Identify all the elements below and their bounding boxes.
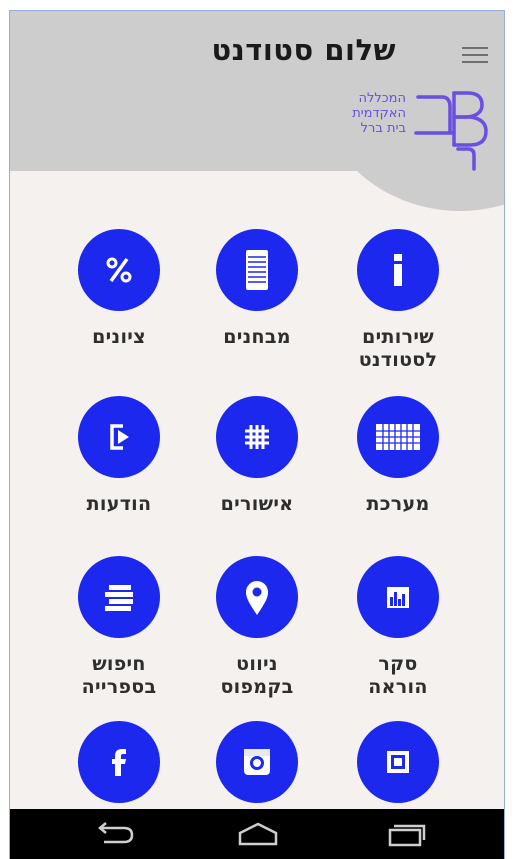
tile-approvals[interactable]: אישורים (192, 396, 322, 516)
tile-timetable[interactable]: מערכת (333, 396, 463, 516)
app-screen: שלום סטודנט המכללה האקדמית בית ברל שירות… (9, 10, 505, 859)
tile-circle (216, 556, 298, 638)
info-icon (394, 254, 402, 286)
logo-mark-icon (414, 91, 488, 171)
tile-instagram[interactable] (192, 721, 322, 803)
tile-circle (216, 229, 298, 311)
logo-line: האקדמית (352, 106, 406, 121)
tile-circle (78, 396, 160, 478)
tile-label: ציונים (92, 326, 146, 348)
tile-library-search[interactable]: חיפוש בספרייה (54, 556, 184, 699)
timetable-icon (376, 424, 420, 450)
recent-apps-icon[interactable] (384, 820, 428, 848)
tile-label: מערכת (366, 493, 430, 515)
tile-circle (357, 721, 439, 803)
location-pin-icon (246, 581, 268, 615)
bar-chart-icon (387, 587, 409, 608)
tile-teaching-survey[interactable]: סקר הוראה (333, 556, 463, 699)
hamburger-menu-icon[interactable] (462, 47, 488, 65)
percent-icon (106, 257, 132, 283)
tile-circle (78, 229, 160, 311)
tile-label: מבחנים (223, 326, 291, 348)
logo-line: המכללה (358, 91, 406, 106)
tile-label: הודעות (86, 493, 152, 515)
grid-icon (245, 425, 269, 449)
tile-circle (216, 396, 298, 478)
logo-text: המכללה האקדמית בית ברל (352, 91, 406, 136)
tile-circle (357, 556, 439, 638)
tile-facebook[interactable] (54, 721, 184, 803)
tile-messages[interactable]: הודעות (54, 396, 184, 516)
back-icon[interactable] (92, 820, 136, 848)
library-books-icon (105, 585, 133, 611)
home-icon[interactable] (234, 820, 282, 848)
facebook-icon (112, 749, 126, 776)
media-frame-icon (387, 751, 409, 773)
tile-label: אישורים (220, 493, 294, 515)
tile-circle (216, 721, 298, 803)
tile-label: שירותים לסטודנט (358, 326, 438, 371)
college-logo: המכללה האקדמית בית ברל (316, 83, 496, 183)
tile-label: ניווט בקמפוס (220, 653, 294, 698)
tile-media[interactable] (333, 721, 463, 803)
tile-circle (357, 229, 439, 311)
page-title: שלום סטודנט (211, 33, 396, 67)
instagram-icon (244, 749, 270, 775)
logo-line: בית ברל (360, 121, 406, 136)
tile-circle (78, 721, 160, 803)
tile-label: סקר הוראה (368, 653, 428, 698)
tile-circle (357, 396, 439, 478)
logout-door-icon (110, 424, 129, 450)
tile-grades[interactable]: ציונים (54, 229, 184, 349)
document-list-icon (246, 250, 268, 290)
tile-exams[interactable]: מבחנים (192, 229, 322, 349)
android-nav-bar (10, 809, 504, 859)
tile-label: חיפוש בספרייה (81, 653, 157, 698)
tile-circle (78, 556, 160, 638)
tile-student-services[interactable]: שירותים לסטודנט (333, 229, 463, 372)
tile-campus-navigation[interactable]: ניווט בקמפוס (192, 556, 322, 699)
